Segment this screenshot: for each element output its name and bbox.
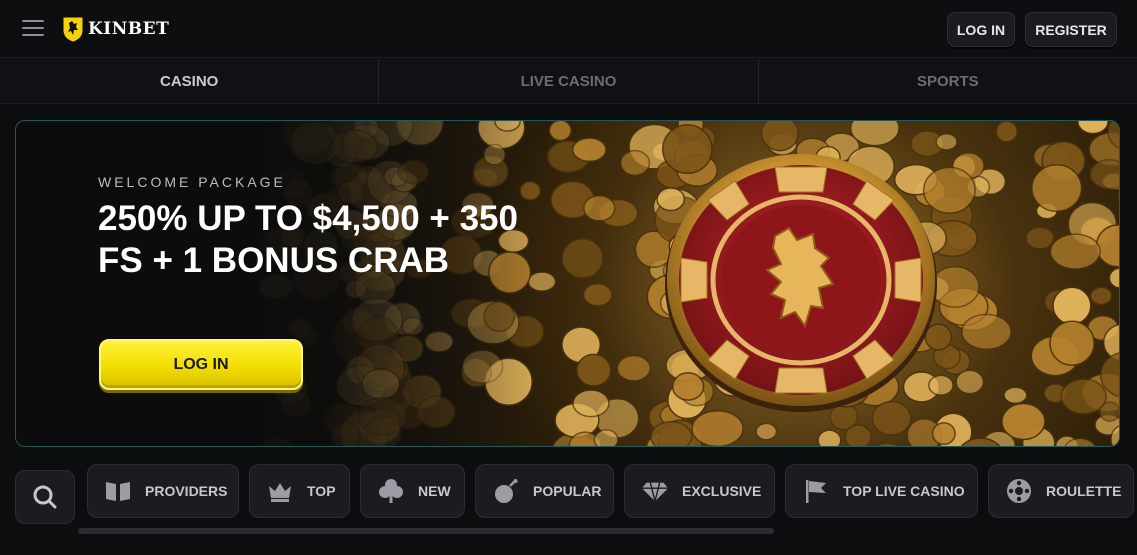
search-icon xyxy=(33,485,57,509)
brand-logo[interactable]: KINBET xyxy=(62,15,169,43)
brand-name: KINBET xyxy=(88,19,170,39)
promo-banner[interactable]: WELCOME PACKAGE 250% UP TO $4,500 + 350 … xyxy=(15,120,1120,447)
category-label: POPULAR xyxy=(533,483,602,499)
category-bar: PROVIDERS TOP NEW POPULAR EXCLUSIVE TOP … xyxy=(15,464,1137,524)
category-top-live-casino[interactable]: TOP LIVE CASINO xyxy=(785,464,978,518)
search-button[interactable] xyxy=(15,470,75,524)
category-label: NEW xyxy=(418,483,451,499)
category-top[interactable]: TOP xyxy=(249,464,350,518)
category-label: ROULETTE xyxy=(1046,483,1122,499)
roulette-icon xyxy=(1005,477,1033,505)
category-label: TOP xyxy=(307,483,336,499)
category-roulette[interactable]: ROULETTE xyxy=(988,464,1134,518)
book-icon xyxy=(104,477,132,505)
flag-icon xyxy=(802,477,830,505)
top-header: KINBET LOG IN REGISTER xyxy=(0,0,1137,58)
section-tabs: CASINO LIVE CASINO SPORTS xyxy=(0,59,1137,104)
category-scrollbar[interactable] xyxy=(78,528,774,534)
banner-overlay xyxy=(16,121,536,446)
crown-icon xyxy=(266,477,294,505)
lion-shield-icon xyxy=(63,17,83,42)
category-providers[interactable]: PROVIDERS xyxy=(87,464,239,518)
tab-casino[interactable]: CASINO xyxy=(0,59,380,103)
category-new[interactable]: NEW xyxy=(360,464,465,518)
tab-sports[interactable]: SPORTS xyxy=(759,59,1137,103)
diamond-icon xyxy=(641,477,669,505)
register-button[interactable]: REGISTER xyxy=(1025,12,1117,47)
casino-chip-icon xyxy=(665,154,937,412)
login-button[interactable]: LOG IN xyxy=(947,12,1015,47)
category-label: PROVIDERS xyxy=(145,483,228,499)
category-label: TOP LIVE CASINO xyxy=(843,483,965,499)
category-label: EXCLUSIVE xyxy=(682,483,762,499)
menu-icon[interactable] xyxy=(22,20,44,36)
banner-eyebrow: WELCOME PACKAGE xyxy=(98,174,286,190)
category-popular[interactable]: POPULAR xyxy=(475,464,614,518)
banner-login-button[interactable]: LOG IN xyxy=(99,339,303,390)
bomb-icon xyxy=(492,477,520,505)
banner-headline: 250% UP TO $4,500 + 350 FS + 1 BONUS CRA… xyxy=(98,199,518,280)
clover-icon xyxy=(377,477,405,505)
tab-live-casino[interactable]: LIVE CASINO xyxy=(379,59,759,103)
category-exclusive[interactable]: EXCLUSIVE xyxy=(624,464,775,518)
